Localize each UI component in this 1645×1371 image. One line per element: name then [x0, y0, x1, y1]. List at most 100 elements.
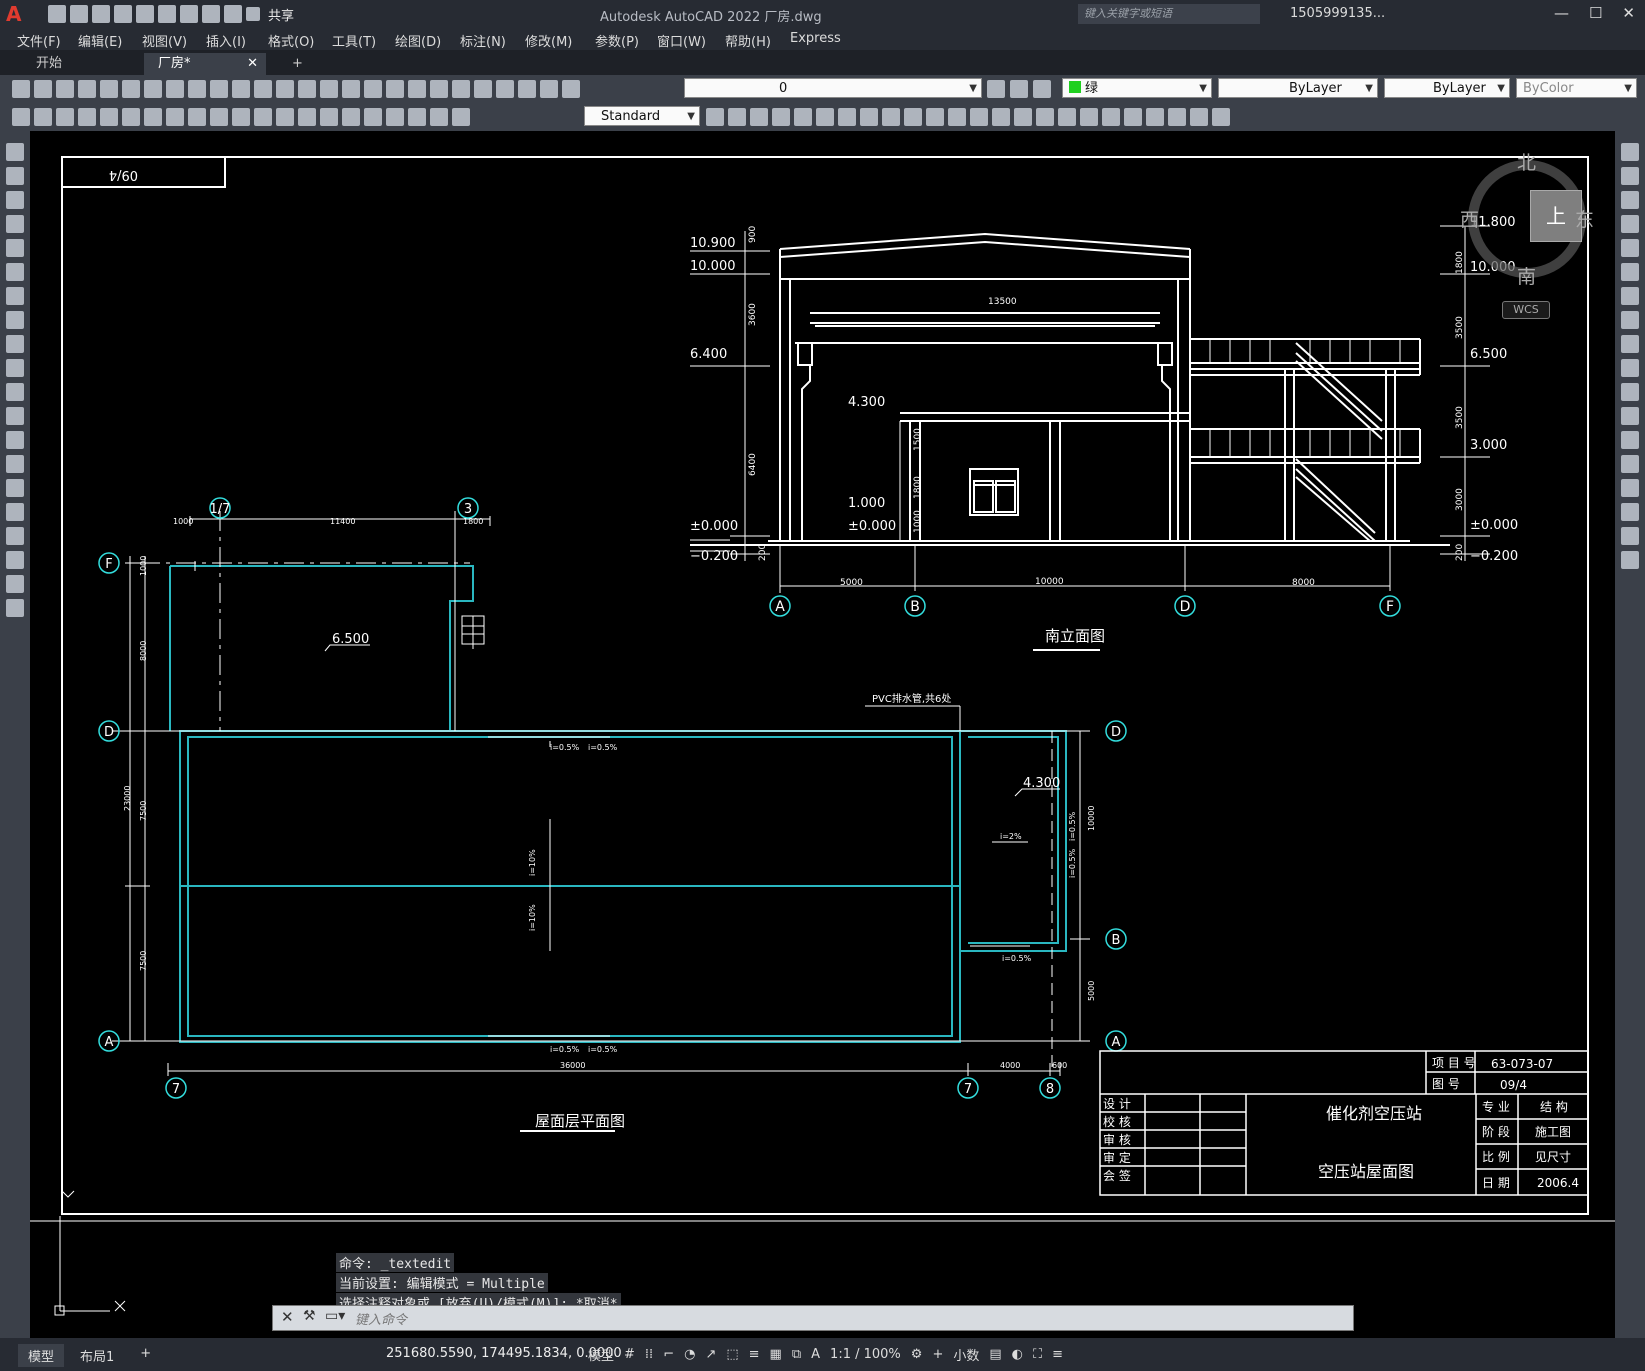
menu-tools[interactable]: 工具(T): [332, 31, 376, 50]
model-space-button[interactable]: 模型: [588, 1345, 614, 1364]
gradient-icon[interactable]: [6, 503, 24, 521]
revision-cloud-icon[interactable]: [6, 311, 24, 329]
break-icon[interactable]: [1621, 431, 1639, 449]
mirror-icon[interactable]: [1621, 191, 1639, 209]
compass-south[interactable]: 南: [1517, 262, 1536, 289]
dim-break-icon[interactable]: [276, 108, 294, 126]
annotation-scale-icon[interactable]: A: [811, 1347, 820, 1362]
clean-screen-icon[interactable]: ⛶: [1033, 1347, 1042, 1362]
open-web-icon[interactable]: [136, 5, 154, 23]
layer-previous-icon[interactable]: [1010, 80, 1028, 98]
design-center-icon[interactable]: [430, 80, 448, 98]
compass-west[interactable]: 西: [1460, 205, 1479, 232]
plot-preview-icon[interactable]: [100, 80, 118, 98]
circle-icon[interactable]: [6, 287, 24, 305]
open-icon[interactable]: [34, 80, 52, 98]
units-readout[interactable]: 小数: [953, 1345, 979, 1364]
chamfer-icon[interactable]: [1621, 479, 1639, 497]
erase-icon[interactable]: [1621, 143, 1639, 161]
join-icon[interactable]: [1621, 455, 1639, 473]
zoom-realtime-icon[interactable]: [342, 80, 360, 98]
dim-linear-icon[interactable]: [12, 108, 30, 126]
save-web-icon[interactable]: [158, 5, 176, 23]
open-icon[interactable]: [70, 5, 88, 23]
grid-icon[interactable]: #: [624, 1347, 635, 1362]
add-selected-icon[interactable]: [6, 599, 24, 617]
menu-parameter[interactable]: 参数(P): [595, 31, 639, 50]
qnew-icon[interactable]: [12, 80, 30, 98]
tab-close-icon[interactable]: ✕: [247, 53, 258, 75]
imprint-icon[interactable]: [1058, 108, 1076, 126]
dim-ordinate-icon[interactable]: [78, 108, 96, 126]
menu-view[interactable]: 视图(V): [142, 31, 187, 50]
paste-icon[interactable]: [210, 80, 228, 98]
dim-text-edit-icon[interactable]: [408, 108, 426, 126]
multiline-text-icon[interactable]: [6, 575, 24, 593]
loft-icon[interactable]: [860, 108, 878, 126]
arc-icon[interactable]: [6, 263, 24, 281]
coordinate-readout[interactable]: 251680.5590, 174495.1834, 0.0000: [386, 1346, 622, 1361]
zoom-window-icon[interactable]: [364, 80, 382, 98]
snap-icon[interactable]: ⁞⁞: [645, 1347, 653, 1362]
revolve-icon[interactable]: [816, 108, 834, 126]
properties-panel-icon[interactable]: ▤: [989, 1347, 1001, 1362]
layer-properties-icon[interactable]: [562, 80, 580, 98]
thicken-icon[interactable]: [926, 108, 944, 126]
make-block-icon[interactable]: [6, 431, 24, 449]
point-icon[interactable]: [6, 455, 24, 473]
publish-icon[interactable]: [122, 80, 140, 98]
presspull-icon[interactable]: [882, 108, 900, 126]
block-editor-icon[interactable]: [254, 80, 272, 98]
shell-icon[interactable]: [1014, 108, 1032, 126]
drawing-canvas[interactable]: 09/4 A B D F 10.900 10.000 6.400 4.300 1…: [30, 131, 1615, 1338]
scale-readout[interactable]: 1:1 / 100%: [830, 1347, 901, 1362]
spline-icon[interactable]: [6, 335, 24, 353]
move-icon[interactable]: [1621, 263, 1639, 281]
ellipse-icon[interactable]: [6, 359, 24, 377]
3d-dwf-icon[interactable]: [144, 80, 162, 98]
union-icon[interactable]: [728, 108, 746, 126]
center-mark-icon[interactable]: [320, 108, 338, 126]
jogged-linear-icon[interactable]: [364, 108, 382, 126]
table-icon[interactable]: [6, 551, 24, 569]
osnap-icon[interactable]: ⬚: [726, 1347, 738, 1362]
copy-icon[interactable]: [188, 80, 206, 98]
undo-icon[interactable]: [276, 80, 294, 98]
tab-layout1[interactable]: 布局1: [70, 1344, 124, 1367]
lineweight-icon[interactable]: ≡: [749, 1347, 760, 1362]
fillet-icon[interactable]: [1621, 503, 1639, 521]
dim-diameter-icon[interactable]: [144, 108, 162, 126]
save-as-icon[interactable]: [114, 5, 132, 23]
save-icon[interactable]: [56, 80, 74, 98]
save-icon[interactable]: [92, 5, 110, 23]
add-icon[interactable]: +: [932, 1347, 943, 1362]
scale-icon[interactable]: [1621, 311, 1639, 329]
tolerance-icon[interactable]: [298, 108, 316, 126]
minimize-icon[interactable]: —: [1554, 4, 1569, 22]
tab-changfang[interactable]: 厂房* ✕: [144, 53, 266, 75]
subtract-icon[interactable]: [750, 108, 768, 126]
rotate-icon[interactable]: [1621, 287, 1639, 305]
menu-window[interactable]: 窗口(W): [657, 31, 706, 50]
slice-icon[interactable]: [904, 108, 922, 126]
sweep-icon[interactable]: [838, 108, 856, 126]
zoom-previous-icon[interactable]: [386, 80, 404, 98]
plotstyle-dropdown[interactable]: ByColor ▼: [1516, 78, 1637, 98]
intersect-icon[interactable]: [772, 108, 790, 126]
layer-dropdown[interactable]: 0 ▼: [684, 78, 982, 98]
markup-icon[interactable]: [496, 80, 514, 98]
break-at-point-icon[interactable]: [1621, 407, 1639, 425]
new-icon[interactable]: [48, 5, 66, 23]
pan-icon[interactable]: [320, 80, 338, 98]
share-button[interactable]: 共享: [268, 5, 294, 24]
inspection-icon[interactable]: [342, 108, 360, 126]
close-command-icon[interactable]: ✕: [281, 1308, 294, 1326]
match-properties-icon[interactable]: [232, 80, 250, 98]
blend-curves-icon[interactable]: [1621, 527, 1639, 545]
dim-jogged-icon[interactable]: [122, 108, 140, 126]
dim-angular-icon[interactable]: [166, 108, 184, 126]
layer-state-icon[interactable]: [1033, 80, 1051, 98]
polyline-icon[interactable]: [6, 191, 24, 209]
tab-start[interactable]: 开始: [22, 53, 140, 75]
interfere-icon[interactable]: [948, 108, 966, 126]
